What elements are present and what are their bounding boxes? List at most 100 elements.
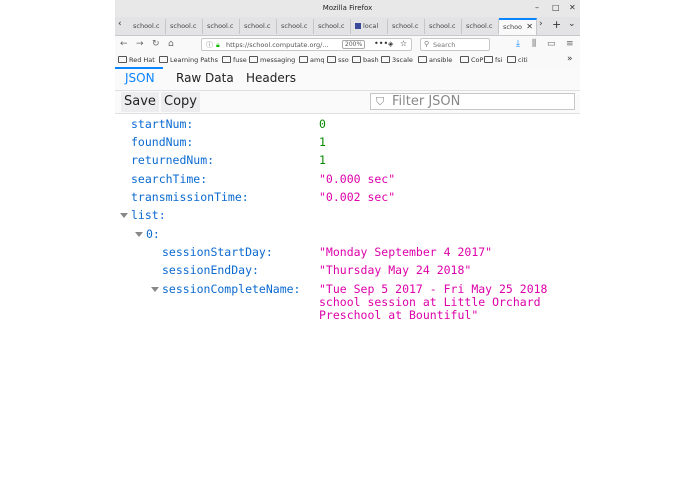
tab-label: school.c <box>207 22 234 30</box>
bookmark-folder[interactable]: Red Hat <box>118 56 155 64</box>
collapse-toggle-icon[interactable] <box>120 213 128 218</box>
folder-icon <box>484 56 493 63</box>
json-value: "0.000 sec" <box>319 172 396 186</box>
folder-icon <box>507 56 516 63</box>
json-value: 1 <box>319 153 326 167</box>
bookmark-folder[interactable]: sso <box>327 56 349 64</box>
favicon-icon <box>355 23 361 29</box>
url-text[interactable]: https://school.computate.org/... <box>226 41 329 49</box>
tab-list-icon[interactable]: ⌄ <box>568 19 576 29</box>
browser-tab[interactable]: school.c <box>314 19 351 34</box>
json-key[interactable]: list: <box>131 208 166 223</box>
reload-icon[interactable]: ↻ <box>152 39 160 49</box>
bookmark-star-icon[interactable]: ☆ <box>400 39 407 48</box>
bookmark-label: amq <box>310 56 325 64</box>
folder-icon <box>327 56 336 63</box>
tab-label: school.c <box>392 22 419 30</box>
bookmark-label: messaging <box>260 56 296 64</box>
collapse-toggle-icon[interactable] <box>135 232 143 237</box>
lock-icon: 🔒︎ <box>216 41 220 49</box>
browser-tab[interactable]: local <box>351 19 388 34</box>
json-value-line: Preschool at Bountiful" <box>319 308 479 322</box>
browser-tab[interactable]: school.c <box>277 19 314 34</box>
scroll-tabs-left-icon[interactable]: ‹ <box>118 19 122 29</box>
search-field[interactable]: ⚲ Search <box>420 38 490 51</box>
browser-tab-active[interactable]: schoo ✕ <box>499 18 537 35</box>
collapse-toggle-icon[interactable] <box>151 287 159 292</box>
bookmark-folder[interactable]: ansible <box>418 56 452 64</box>
bookmark-label: fsi <box>495 56 503 64</box>
bookmark-label: 3scale <box>392 56 413 64</box>
browser-tab[interactable]: school.c <box>462 19 499 34</box>
new-tab-icon[interactable]: + <box>552 18 561 31</box>
tab-label: school.c <box>170 22 197 30</box>
copy-button[interactable]: Copy <box>161 92 200 112</box>
navigation-bar: ← → ↻ ⌂ ⓘ 🔒︎ https://school.computate.or… <box>115 36 580 53</box>
tab-label: school.c <box>429 22 456 30</box>
save-button[interactable]: Save <box>121 92 159 112</box>
url-bar[interactable]: ⓘ 🔒︎ https://school.computate.org/... 20… <box>201 38 412 51</box>
tab-label: school.c <box>133 22 160 30</box>
bookmark-folder[interactable]: citi <box>507 56 528 64</box>
browser-tab[interactable]: school.c <box>129 19 166 34</box>
downloads-icon[interactable]: ⤓ <box>516 39 520 49</box>
library-icon[interactable]: ⫼ <box>532 39 536 49</box>
tab-label: schoo <box>503 23 523 31</box>
home-icon[interactable]: ⌂ <box>168 39 174 49</box>
json-value: "0.002 sec" <box>319 190 396 204</box>
close-window-icon[interactable]: ✕ <box>569 3 576 12</box>
browser-tab[interactable]: school.c <box>388 19 425 34</box>
bookmark-label: sso <box>338 56 349 64</box>
minimize-icon[interactable]: – <box>535 3 539 12</box>
bookmark-folder[interactable]: 3scale <box>381 56 413 64</box>
info-icon[interactable]: ⓘ <box>206 40 213 50</box>
tab-label: local <box>363 22 379 30</box>
page-actions-icon[interactable]: ••• <box>374 39 388 48</box>
pocket-icon[interactable]: ◈ <box>388 40 393 48</box>
browser-tab[interactable]: school.c <box>166 19 203 34</box>
folder-icon <box>381 56 390 63</box>
json-key: foundNum: <box>131 135 194 149</box>
tab-label: school.c <box>466 22 493 30</box>
bookmark-folder[interactable]: fuse <box>222 56 247 64</box>
folder-icon <box>222 56 231 63</box>
sidebar-icon[interactable]: ▭ <box>547 39 556 49</box>
json-value: "Thursday May 24 2018" <box>319 263 472 277</box>
zoom-level[interactable]: 200% <box>342 40 366 49</box>
json-key: sessionStartDay: <box>162 245 273 259</box>
bookmark-folder[interactable]: messaging <box>249 56 295 64</box>
filter-json-input[interactable]: ⛉ Filter JSON <box>370 93 575 110</box>
browser-tab[interactable]: school.c <box>240 19 277 34</box>
bookmark-label: Red Hat <box>129 56 155 64</box>
tab-strip: ‹ school.c school.c school.c school.c sc… <box>115 17 580 36</box>
tab-json[interactable]: JSON <box>125 71 155 85</box>
back-icon[interactable]: ← <box>120 39 128 49</box>
bookmark-folder[interactable]: fsi <box>484 56 502 64</box>
menu-icon[interactable]: ≡ <box>566 39 574 49</box>
json-key[interactable]: 0: <box>146 227 160 242</box>
filter-icon: ⛉ <box>376 95 385 108</box>
browser-tab[interactable]: school.c <box>425 19 462 34</box>
maximize-icon[interactable]: □ <box>552 3 560 12</box>
bookmark-label: bash <box>363 56 379 64</box>
folder-icon <box>418 56 427 63</box>
browser-tab[interactable]: school.c <box>203 19 240 34</box>
close-tab-icon[interactable]: ✕ <box>526 22 533 31</box>
forward-icon[interactable]: → <box>136 39 144 49</box>
bookmark-folder[interactable]: Learning Paths <box>159 56 218 64</box>
json-value: "Monday September 4 2017" <box>319 245 493 259</box>
bookmark-folder[interactable]: amq <box>299 56 324 64</box>
json-key: sessionEndDay: <box>162 263 259 277</box>
bookmark-folder[interactable]: bash <box>352 56 379 64</box>
more-bookmarks-icon[interactable]: » <box>567 54 573 64</box>
json-key: startNum: <box>131 117 194 131</box>
tab-label: school.c <box>318 22 345 30</box>
scroll-tabs-right-icon[interactable]: › <box>539 19 543 29</box>
tab-headers[interactable]: Headers <box>246 71 296 85</box>
folder-icon <box>249 56 258 63</box>
bookmark-folder[interactable]: CoP <box>460 56 483 64</box>
tab-raw-data[interactable]: Raw Data <box>176 71 234 85</box>
json-key: sessionCompleteName: <box>162 282 301 296</box>
bookmark-label: citi <box>518 56 528 64</box>
json-key: searchTime: <box>131 172 208 186</box>
